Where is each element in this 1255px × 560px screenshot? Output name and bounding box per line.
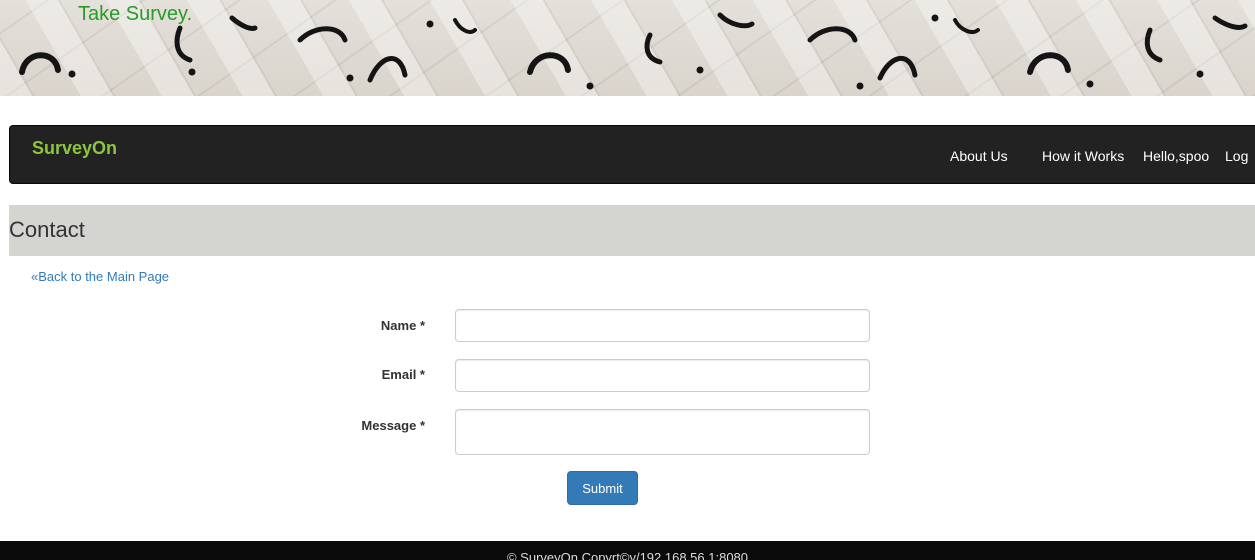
header-banner: Take Survey. [0, 0, 1255, 96]
footer: © SurveyOn Copyrt©y/192.168.56.1:8080 [0, 541, 1255, 560]
email-label: Email * [381, 367, 425, 382]
name-input[interactable] [455, 309, 870, 342]
back-to-main-link[interactable]: «Back to the Main Page [31, 269, 169, 284]
footer-copyright: © SurveyOn Copyrt©y/192.168.56.1:8080 [506, 550, 749, 560]
page-title: Contact [9, 217, 85, 242]
message-label: Message * [361, 418, 425, 433]
top-navbar: SurveyOn About Us How it Works Hello,spo… [9, 125, 1255, 184]
email-input[interactable] [455, 359, 870, 392]
nav-item-how-it-works[interactable]: How it Works [1042, 148, 1124, 164]
nav-item-logout[interactable]: Log [1225, 148, 1248, 164]
contact-header: Contact [9, 205, 1255, 256]
brand-logo[interactable]: SurveyOn [32, 138, 117, 159]
name-label: Name * [380, 318, 425, 333]
banner-take-survey-text: Take Survey. [78, 3, 193, 25]
submit-button[interactable]: Submit [567, 471, 638, 505]
nav-item-user-greeting[interactable]: Hello,spoo [1143, 148, 1209, 164]
nav-item-about-us[interactable]: About Us [950, 148, 1008, 164]
message-textarea[interactable] [455, 409, 870, 455]
